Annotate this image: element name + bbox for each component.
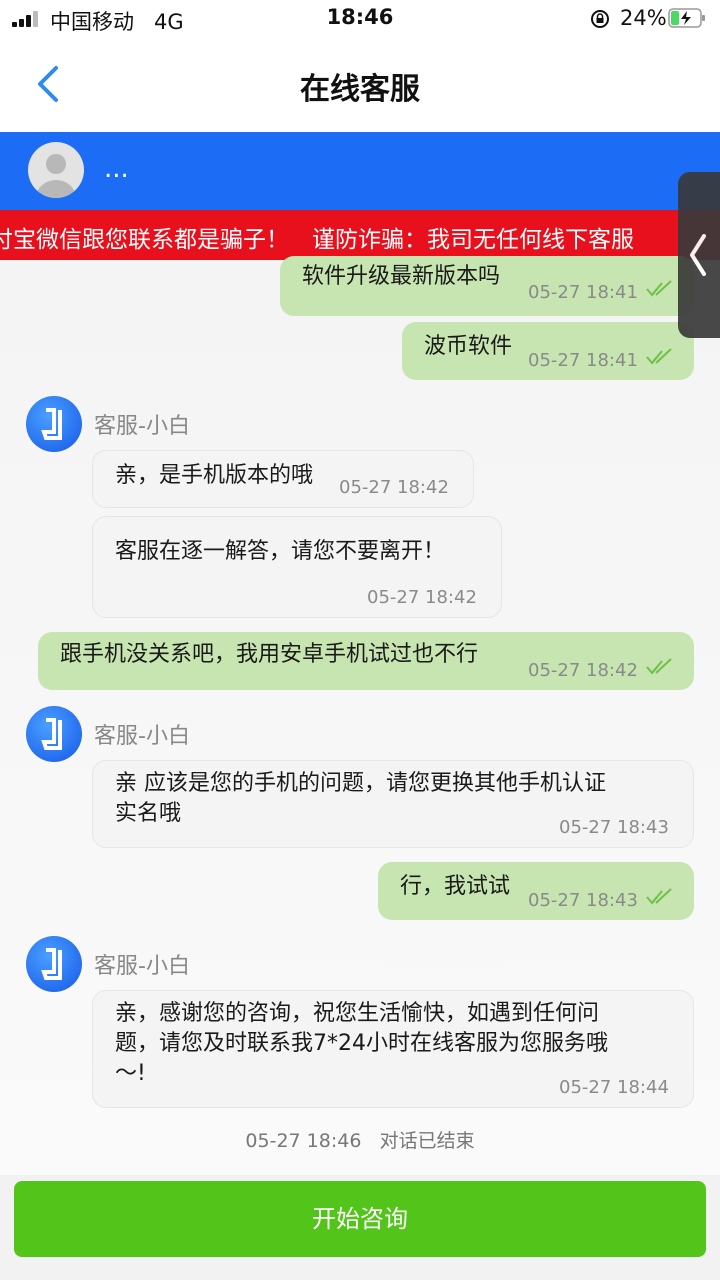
incoming-message: 亲 应该是您的手机的问题，请您更换其他手机认证 实名哦 05-27 18:43 — [92, 760, 694, 848]
avatar — [28, 142, 84, 198]
outgoing-message: 行，我试试 05-27 18:43 — [378, 862, 694, 920]
message-time: 05-27 18:43 — [528, 890, 638, 911]
status-bar: 中国移动 4G 18:46 24% — [0, 0, 720, 38]
agent-label: 客服-小白 — [94, 724, 190, 749]
message-time: 05-27 18:42 — [367, 587, 477, 608]
message-time: 05-27 18:42 — [528, 660, 638, 681]
message-time: 05-27 18:43 — [559, 817, 669, 838]
incoming-message: 客服在逐一解答，请您不要离开！ 05-27 18:42 — [92, 516, 502, 618]
outgoing-message: 波币软件 05-27 18:41 — [402, 322, 694, 380]
status-time: 18:46 — [326, 5, 394, 29]
read-check-icon — [646, 658, 672, 675]
read-check-icon — [646, 280, 672, 297]
page-title: 在线客服 — [300, 72, 420, 107]
side-drawer-tab[interactable] — [678, 172, 720, 338]
user-icon — [36, 154, 76, 198]
marquee-text: 付宝微信跟您联系都是骗子！ 谨防诈骗：我司无任何线下客服 — [0, 227, 634, 253]
agent-avatar — [26, 396, 82, 452]
message-time: 05-27 18:42 — [339, 477, 449, 498]
agent-header: ... — [0, 132, 720, 210]
battery-icon — [668, 8, 705, 28]
read-check-icon — [646, 348, 672, 365]
outgoing-message: 软件升级最新版本吗 05-27 18:41 — [280, 256, 694, 316]
chat-area[interactable]: 软件升级最新版本吗 05-27 18:41 波币软件 05-27 18:41 客… — [0, 256, 720, 1175]
chevron-left-icon — [690, 234, 706, 276]
battery-percent: 24% — [620, 6, 667, 30]
read-check-icon — [646, 888, 672, 905]
start-consult-button[interactable]: 开始咨询 — [14, 1181, 706, 1257]
message-time: 05-27 18:41 — [528, 282, 638, 303]
bottom-bar: 开始咨询 — [0, 1175, 720, 1280]
service-logo-icon — [41, 408, 62, 440]
rotation-lock-icon — [591, 10, 609, 28]
agent-avatar — [26, 706, 82, 762]
outgoing-message: 跟手机没关系吧，我用安卓手机试过也不行 05-27 18:42 — [38, 632, 694, 690]
conversation-ended-note: 05-27 18:46 对话已结束 — [245, 1130, 475, 1152]
message-time: 05-27 18:41 — [528, 350, 638, 371]
incoming-message: 亲，感谢您的咨询，祝您生活愉快，如遇到任何问 题，请您及时联系我7*24小时在线… — [92, 990, 694, 1108]
agent-name: ... — [104, 154, 129, 184]
service-logo-icon — [41, 948, 62, 980]
fraud-warning-marquee: 付宝微信跟您联系都是骗子！ 谨防诈骗：我司无任何线下客服 — [0, 210, 720, 260]
message-time: 05-27 18:44 — [559, 1077, 669, 1098]
agent-avatar — [26, 936, 82, 992]
agent-label: 客服-小白 — [94, 954, 190, 979]
nav-bar: 在线客服 — [0, 40, 720, 130]
service-logo-icon — [41, 718, 62, 750]
agent-label: 客服-小白 — [94, 414, 190, 439]
incoming-message: 亲，是手机版本的哦 05-27 18:42 — [92, 450, 474, 508]
